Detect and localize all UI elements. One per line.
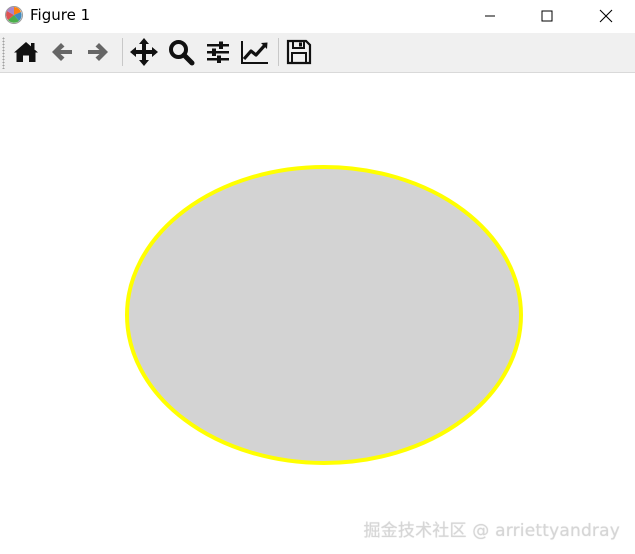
- floppy-disk-icon: [285, 38, 313, 66]
- close-button[interactable]: [577, 0, 635, 31]
- title-bar[interactable]: Figure 1: [0, 0, 635, 31]
- minimize-icon: [484, 10, 496, 22]
- edit-axes-button[interactable]: [238, 35, 272, 69]
- figure-canvas[interactable]: [0, 73, 635, 554]
- line-chart-icon: [240, 38, 270, 66]
- arrow-right-icon: [84, 38, 112, 66]
- magnifier-icon: [167, 38, 195, 66]
- plot-area: [125, 165, 523, 465]
- zoom-button[interactable]: [164, 35, 198, 69]
- navigation-toolbar: [0, 33, 635, 73]
- forward-button[interactable]: [81, 35, 115, 69]
- maximize-icon: [541, 10, 553, 22]
- toolbar-separator: [278, 38, 279, 66]
- home-icon: [12, 38, 40, 66]
- back-button[interactable]: [45, 35, 79, 69]
- ellipse-patch: [125, 165, 523, 465]
- move-icon: [129, 37, 159, 67]
- sliders-icon: [204, 38, 232, 66]
- save-button[interactable]: [282, 35, 316, 69]
- watermark: 掘金技术社区 @ arriettyandray: [363, 521, 620, 541]
- matplotlib-icon: [4, 5, 24, 25]
- toolbar-separator: [122, 38, 123, 66]
- minimize-button[interactable]: [461, 0, 519, 31]
- window-title: Figure 1: [30, 6, 91, 24]
- arrow-left-icon: [48, 38, 76, 66]
- pan-button[interactable]: [127, 35, 161, 69]
- toolbar-grip[interactable]: [2, 37, 5, 69]
- close-icon: [599, 9, 613, 23]
- maximize-button[interactable]: [518, 0, 576, 31]
- home-button[interactable]: [9, 35, 43, 69]
- configure-subplots-button[interactable]: [201, 35, 235, 69]
